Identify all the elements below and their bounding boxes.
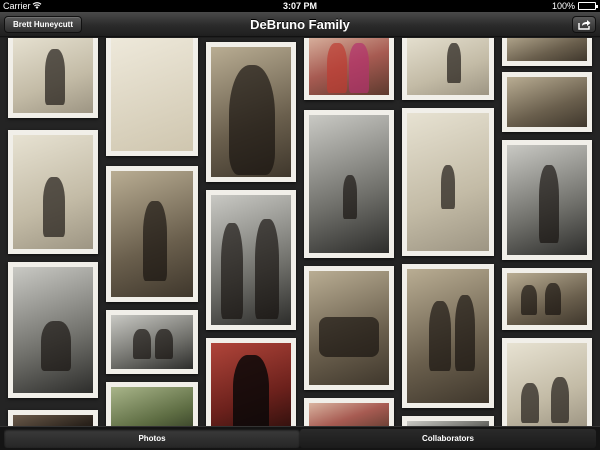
- photo-thumbnail[interactable]: [206, 42, 296, 182]
- status-bar: Carrier 3:07 PM 100%: [0, 0, 600, 12]
- photo-thumbnail[interactable]: [304, 398, 394, 426]
- photo-thumbnail[interactable]: [206, 190, 296, 330]
- photo-thumbnail[interactable]: [106, 38, 198, 156]
- photo-thumbnail[interactable]: [8, 38, 98, 118]
- tab-photos[interactable]: Photos: [4, 429, 300, 448]
- photo-thumbnail[interactable]: [106, 166, 198, 302]
- photo-thumbnail[interactable]: [502, 140, 592, 260]
- photo-thumbnail[interactable]: [402, 416, 494, 426]
- tab-collaborators[interactable]: Collaborators: [300, 429, 596, 448]
- photo-thumbnail[interactable]: [206, 338, 296, 426]
- photo-thumbnail[interactable]: [502, 38, 592, 66]
- photo-thumbnail[interactable]: [402, 108, 494, 256]
- photo-thumbnail[interactable]: [8, 130, 98, 254]
- photo-thumbnail[interactable]: [402, 38, 494, 100]
- photo-thumbnail[interactable]: [8, 410, 98, 426]
- share-icon: [578, 20, 591, 30]
- page-title: DeBruno Family: [250, 17, 350, 32]
- tab-bar: Photos Collaborators: [0, 426, 600, 450]
- share-button[interactable]: [572, 16, 596, 33]
- photo-grid[interactable]: [0, 38, 600, 426]
- photo-thumbnail[interactable]: [304, 266, 394, 390]
- battery-icon: [578, 2, 598, 10]
- battery-percent: 100%: [551, 1, 575, 11]
- photo-thumbnail[interactable]: [8, 262, 98, 398]
- photo-thumbnail[interactable]: [106, 310, 198, 374]
- photo-thumbnail[interactable]: [304, 38, 394, 100]
- photo-thumbnail[interactable]: [106, 382, 198, 426]
- photo-thumbnail[interactable]: [402, 264, 494, 408]
- photo-thumbnail[interactable]: [304, 110, 394, 258]
- nav-bar: Brett Huneycutt DeBruno Family: [0, 12, 600, 37]
- photo-thumbnail[interactable]: [502, 268, 592, 330]
- photo-thumbnail[interactable]: [502, 72, 592, 132]
- photo-thumbnail[interactable]: [502, 338, 592, 426]
- status-time: 3:07 PM: [282, 1, 317, 11]
